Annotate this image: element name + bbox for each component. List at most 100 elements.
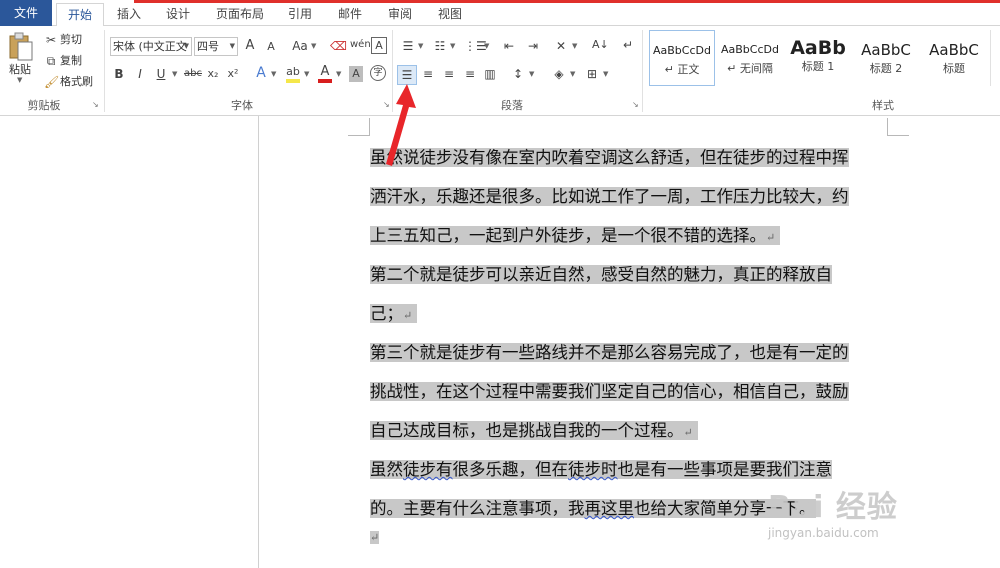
chinese-layout-dropdown-icon[interactable]: ▼ — [572, 42, 577, 50]
borders-icon[interactable]: ⊞ — [584, 66, 600, 82]
align-right-icon[interactable]: ≡ — [441, 66, 457, 82]
format-painter-button[interactable]: 🖌 格式刷 — [44, 74, 100, 90]
font-name-dropdown-icon: ▼ — [183, 42, 189, 50]
change-case-dropdown-icon[interactable]: ▼ — [311, 42, 316, 50]
underline-dropdown-icon[interactable]: ▼ — [172, 70, 177, 78]
text-effects-icon[interactable]: A — [253, 65, 269, 81]
clear-formatting-icon[interactable]: ⌫ — [330, 38, 347, 54]
line-spacing-dropdown-icon[interactable]: ▼ — [529, 70, 534, 78]
style-no-spacing-sample: AaBbCcDd — [721, 43, 779, 56]
paste-icon — [9, 32, 33, 61]
document-line-text: 很多乐趣，但在 — [452, 460, 569, 479]
paste-button[interactable]: 粘贴 ▼ — [6, 32, 36, 84]
spelling-flagged-text: 徒步有 — [403, 460, 453, 479]
document-line: 第三个就是徒步有一些路线并不是那么容易完成了，也是有一定的 — [370, 337, 849, 369]
font-name-combo[interactable]: 宋体 (中文正文 ▼ — [110, 37, 192, 56]
highlighter-icon: ab — [286, 65, 300, 78]
chinese-layout-icon[interactable]: ✕ — [552, 38, 570, 54]
annotation-arrow-icon — [386, 84, 416, 166]
paragraph-group-label: 段落 — [501, 99, 523, 112]
show-formatting-marks-icon[interactable]: ↵ — [620, 37, 636, 53]
decrease-indent-icon[interactable]: ⇤ — [500, 38, 518, 54]
clipboard-launcher-icon[interactable]: ↘ — [92, 100, 99, 109]
margin-corner-top-left — [348, 118, 370, 136]
document-line-text: 上三五知己，一起到户外徒步，是一个很不错的选择。 — [370, 226, 766, 245]
superscript-icon[interactable]: x² — [226, 66, 240, 82]
character-border-icon[interactable]: A — [371, 37, 387, 54]
bullets-dropdown-icon[interactable]: ▼ — [418, 42, 423, 50]
shrink-font-icon[interactable]: A — [264, 39, 278, 55]
tab-view[interactable]: 视图 — [428, 3, 472, 26]
paste-dropdown-icon[interactable]: ▼ — [17, 76, 22, 84]
style-title[interactable]: AaBbC 标题 — [921, 30, 987, 86]
numbering-dropdown-icon[interactable]: ▼ — [450, 42, 455, 50]
font-size-combo[interactable]: 四号 ▼ — [194, 37, 238, 56]
styles-gallery-scroll[interactable] — [990, 30, 1000, 86]
group-separator — [642, 30, 643, 112]
clipboard-group-label: 剪贴板 — [27, 99, 61, 112]
tab-page-layout[interactable]: 页面布局 — [208, 3, 272, 26]
sort-icon[interactable]: A↓ — [592, 37, 609, 53]
styles-group-label: 样式 — [872, 99, 894, 112]
document-line-text: 己； — [370, 304, 403, 323]
tab-design[interactable]: 设计 — [156, 3, 200, 26]
tab-file[interactable]: 文件 — [0, 0, 52, 26]
style-heading-2[interactable]: AaBbC 标题 2 — [853, 30, 919, 86]
underline-icon[interactable]: U — [154, 66, 168, 82]
text-effects-dropdown-icon[interactable]: ▼ — [271, 70, 276, 78]
shading-icon[interactable]: ◈ — [551, 66, 567, 82]
distributed-icon[interactable]: ▥ — [482, 66, 498, 82]
grow-font-icon[interactable]: A — [243, 38, 257, 54]
borders-dropdown-icon[interactable]: ▼ — [603, 70, 608, 78]
tab-references[interactable]: 引用 — [278, 3, 322, 26]
multilevel-dropdown-icon[interactable]: ▼ — [484, 42, 489, 50]
line-spacing-icon[interactable]: ↕ — [510, 66, 526, 82]
paragraph-mark-icon: ↵ — [683, 426, 693, 439]
style-heading-1-sample: AaBb — [790, 37, 846, 59]
document-line: 虽然徒步有很多乐趣，但在徒步时也是有一些事项是要我们注意 — [370, 454, 832, 486]
shading-dropdown-icon[interactable]: ▼ — [570, 70, 575, 78]
document-line-text: 也是有一些事项是要我们注意 — [617, 460, 833, 479]
numbering-icon[interactable]: ☷ — [432, 38, 448, 54]
enclose-characters-icon[interactable]: 字 — [370, 65, 386, 81]
paragraph-mark-icon: ↵ — [370, 531, 380, 544]
cut-button[interactable]: ✂ 剪切 — [44, 32, 94, 48]
change-case-icon[interactable]: Aa — [290, 38, 310, 54]
accent-line — [134, 0, 1000, 3]
highlight-dropdown-icon[interactable]: ▼ — [304, 70, 309, 78]
increase-indent-icon[interactable]: ⇥ — [524, 38, 542, 54]
style-no-spacing[interactable]: AaBbCcDd ↵ 无间隔 — [717, 30, 783, 86]
align-center-icon[interactable]: ≡ — [420, 66, 436, 82]
tab-home[interactable]: 开始 — [56, 3, 104, 27]
style-title-name: 标题 — [943, 62, 965, 75]
bold-icon[interactable]: B — [112, 66, 126, 82]
strikethrough-icon[interactable]: abc — [183, 66, 203, 82]
document-line: 的。主要有什么注意事项，我再这里也给大家简单分享一下。 — [370, 493, 816, 525]
justify-icon[interactable]: ≡ — [462, 66, 478, 82]
ribbon-home: 粘贴 ▼ ✂ 剪切 ⧉ 复制 🖌 格式刷 剪贴板 ↘ 宋体 (中文正文 ▼ 四号… — [0, 26, 1000, 116]
copy-button[interactable]: ⧉ 复制 — [44, 53, 94, 69]
paragraph-launcher-icon[interactable]: ↘ — [632, 100, 639, 109]
italic-icon[interactable]: I — [133, 66, 147, 82]
document-line: 第二个就是徒步可以亲近自然，感受自然的魅力，真正的释放自 — [370, 259, 832, 291]
style-normal[interactable]: AaBbCcDd ↵ 正文 — [649, 30, 715, 86]
document-line: 己；↵ — [370, 298, 418, 330]
bullets-icon[interactable]: ☰ — [400, 38, 416, 54]
document-line: 虽然说徒步没有像在室内吹着空调这么舒适，但在徒步的过程中挥 — [370, 142, 849, 174]
tab-insert[interactable]: 插入 — [108, 3, 150, 26]
subscript-icon[interactable]: x₂ — [206, 66, 220, 82]
document-line-text: 虽然 — [370, 460, 403, 479]
style-normal-sample: AaBbCcDd — [653, 44, 711, 57]
highlight-color-button[interactable]: ab — [285, 64, 301, 84]
multilevel-list-icon[interactable]: ⋮☰ — [464, 38, 487, 54]
tab-mailings[interactable]: 邮件 — [328, 3, 372, 26]
spelling-flagged-text: 再这里 — [584, 499, 635, 518]
ribbon-tab-bar: 文件 开始 插入 设计 页面布局 引用 邮件 审阅 视图 — [0, 0, 1000, 27]
style-heading-1[interactable]: AaBb 标题 1 — [785, 30, 851, 86]
tab-review[interactable]: 审阅 — [378, 3, 422, 26]
phonetic-guide-icon[interactable]: wén — [350, 37, 371, 53]
style-heading-2-name: 标题 2 — [869, 62, 903, 75]
font-color-dropdown-icon[interactable]: ▼ — [336, 70, 341, 78]
font-color-button[interactable]: A — [317, 64, 333, 84]
character-shading-icon[interactable]: A — [349, 66, 363, 82]
